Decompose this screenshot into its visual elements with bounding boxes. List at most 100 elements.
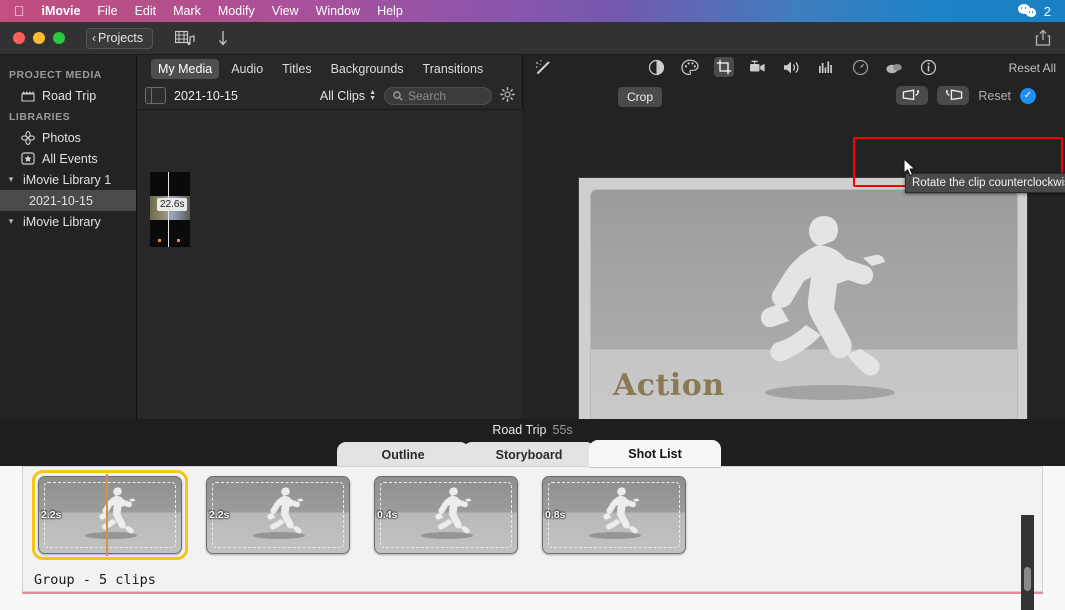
sidebar-item-2021-10-15[interactable]: 2021-10-15 bbox=[0, 190, 136, 211]
tab-outline[interactable]: Outline bbox=[337, 442, 469, 468]
projects-back-button[interactable]: ‹ Projects bbox=[86, 27, 154, 49]
group-underline bbox=[22, 592, 1043, 594]
color-correction-icon[interactable] bbox=[680, 57, 700, 77]
reset-button[interactable]: Reset bbox=[978, 89, 1011, 103]
tab-backgrounds[interactable]: Backgrounds bbox=[324, 59, 411, 79]
menu-item-edit[interactable]: Edit bbox=[135, 4, 157, 18]
sidebar-label: iMovie Library 1 bbox=[23, 172, 112, 187]
tab-shot-list[interactable]: Shot List bbox=[589, 440, 721, 468]
running-person-silhouette bbox=[99, 487, 136, 534]
sidebar-label: iMovie Library bbox=[23, 214, 101, 229]
browser-subbar: 2021-10-15 All Clips ▲ ▼ Search bbox=[137, 82, 523, 110]
reset-all-button[interactable]: Reset All bbox=[1009, 61, 1056, 75]
project-tabs: Outline Storyboard Shot List bbox=[337, 440, 721, 468]
shotlist-scrollbar[interactable] bbox=[1021, 515, 1034, 610]
tab-my-media[interactable]: My Media bbox=[151, 58, 220, 79]
search-placeholder: Search bbox=[408, 88, 447, 103]
tab-transitions[interactable]: Transitions bbox=[416, 59, 491, 79]
blue-checkmark-icon[interactable]: ✓ bbox=[1020, 87, 1036, 104]
photos-flower-icon bbox=[20, 130, 35, 145]
shot-item[interactable]: 0.4s bbox=[374, 476, 518, 554]
speed-icon[interactable] bbox=[850, 57, 870, 77]
media-clip-thumbnail[interactable]: 22.6s bbox=[150, 172, 190, 247]
preview-frame[interactable]: Action bbox=[590, 189, 1018, 422]
shot-item[interactable]: 2.2s bbox=[206, 476, 350, 554]
chevron-down-icon[interactable]: ▾ bbox=[6, 216, 16, 227]
menu-item-modify[interactable]: Modify bbox=[218, 4, 255, 18]
equalizer-icon[interactable] bbox=[816, 57, 836, 77]
crop-icon[interactable] bbox=[714, 57, 734, 77]
sidebar-item-all-events[interactable]: All Events bbox=[0, 148, 136, 169]
star-box-icon bbox=[20, 152, 35, 166]
tab-storyboard[interactable]: Storyboard bbox=[463, 442, 595, 468]
menu-item-imovie[interactable]: iMovie bbox=[42, 4, 81, 18]
chevron-left-icon: ‹ bbox=[92, 31, 96, 45]
library-sidebar: PROJECT MEDIA Road Trip LIBRARIES Photos… bbox=[0, 55, 137, 419]
shot-item[interactable]: 2.2s bbox=[32, 470, 188, 560]
movie-clapper-icon bbox=[20, 89, 35, 103]
project-duration: 55s bbox=[552, 422, 573, 437]
shot-duration-label: 2.2s bbox=[41, 509, 62, 521]
sidebar-label: All Events bbox=[42, 151, 98, 166]
magic-wand-icon[interactable] bbox=[535, 59, 552, 79]
color-balance-icon[interactable] bbox=[646, 57, 666, 77]
gear-icon[interactable] bbox=[500, 86, 515, 105]
media-tabs: My Media Audio Titles Backgrounds Transi… bbox=[137, 55, 523, 82]
traffic-lights bbox=[13, 32, 65, 44]
close-button[interactable] bbox=[13, 32, 25, 44]
noise-reduction-icon[interactable] bbox=[884, 57, 904, 77]
menu-item-help[interactable]: Help bbox=[377, 4, 403, 18]
menu-item-view[interactable]: View bbox=[272, 4, 299, 18]
tab-titles[interactable]: Titles bbox=[275, 59, 318, 79]
viewer-adjust-icons bbox=[646, 57, 938, 77]
download-arrow-icon[interactable] bbox=[217, 30, 229, 47]
shot-row: 2.2s 2.2s 0.4s 0.8s bbox=[32, 470, 686, 560]
menu-item-file[interactable]: File bbox=[97, 4, 117, 18]
menu-item-window[interactable]: Window bbox=[316, 4, 360, 18]
sidebar-item-imovie-library[interactable]: ▾ iMovie Library bbox=[0, 211, 136, 232]
volume-icon[interactable] bbox=[782, 57, 802, 77]
projects-label: Projects bbox=[98, 31, 144, 45]
clip-duration-badge: 22.6s bbox=[157, 198, 188, 211]
clip-marker-dot bbox=[158, 239, 161, 242]
menu-item-mark[interactable]: Mark bbox=[173, 4, 201, 18]
apple-logo-icon[interactable]:  bbox=[14, 4, 25, 18]
chevron-down-icon[interactable]: ▾ bbox=[6, 174, 16, 185]
search-icon bbox=[393, 90, 403, 101]
rotate-clockwise-button[interactable] bbox=[937, 86, 970, 105]
running-person-silhouette bbox=[435, 487, 472, 534]
shot-item[interactable]: 0.8s bbox=[542, 476, 686, 554]
wechat-icon[interactable] bbox=[1017, 4, 1037, 18]
shot-duration-label: 0.8s bbox=[545, 509, 566, 521]
menubar-tray: 2 bbox=[1017, 4, 1051, 19]
sidebar-toggle-icon[interactable] bbox=[145, 87, 166, 104]
tab-audio[interactable]: Audio bbox=[224, 59, 270, 79]
scrollbar-thumb[interactable] bbox=[1024, 567, 1031, 591]
sidebar-label: 2021-10-15 bbox=[29, 193, 93, 208]
stabilization-icon[interactable] bbox=[748, 57, 768, 77]
film-music-icon[interactable] bbox=[175, 30, 195, 46]
window-toolbar: ‹ Projects bbox=[0, 22, 1065, 55]
sidebar-label: Photos bbox=[42, 130, 81, 145]
clips-filter-dropdown[interactable]: All Clips ▲ ▼ bbox=[320, 89, 376, 103]
info-icon[interactable] bbox=[918, 57, 938, 77]
rotate-counterclockwise-button[interactable] bbox=[896, 86, 929, 105]
crop-mode-button[interactable]: Crop bbox=[618, 87, 663, 107]
clip-marker-dot bbox=[177, 239, 180, 242]
running-person-silhouette bbox=[603, 487, 640, 534]
macos-menubar:  iMovie File Edit Mark Modify View Wind… bbox=[0, 0, 1065, 22]
sidebar-item-road-trip[interactable]: Road Trip bbox=[0, 85, 136, 106]
share-icon[interactable] bbox=[1035, 29, 1051, 47]
section-header-libraries: LIBRARIES bbox=[9, 111, 71, 123]
upper-panes: PROJECT MEDIA Road Trip LIBRARIES Photos… bbox=[0, 55, 1065, 461]
project-title-bar: Road Trip 55s bbox=[0, 419, 1065, 440]
section-header-project-media: PROJECT MEDIA bbox=[9, 69, 102, 81]
page-title: Road Trip bbox=[492, 422, 547, 437]
project-lower-pane: Road Trip 55s Outline Storyboard Shot Li… bbox=[0, 419, 1065, 610]
minimize-button[interactable] bbox=[33, 32, 45, 44]
clips-filter-label: All Clips bbox=[319, 88, 366, 103]
search-input[interactable]: Search bbox=[384, 86, 492, 105]
maximize-button[interactable] bbox=[53, 32, 65, 44]
sidebar-item-imovie-library-1[interactable]: ▾ iMovie Library 1 bbox=[0, 169, 136, 190]
sidebar-item-photos[interactable]: Photos bbox=[0, 127, 136, 148]
